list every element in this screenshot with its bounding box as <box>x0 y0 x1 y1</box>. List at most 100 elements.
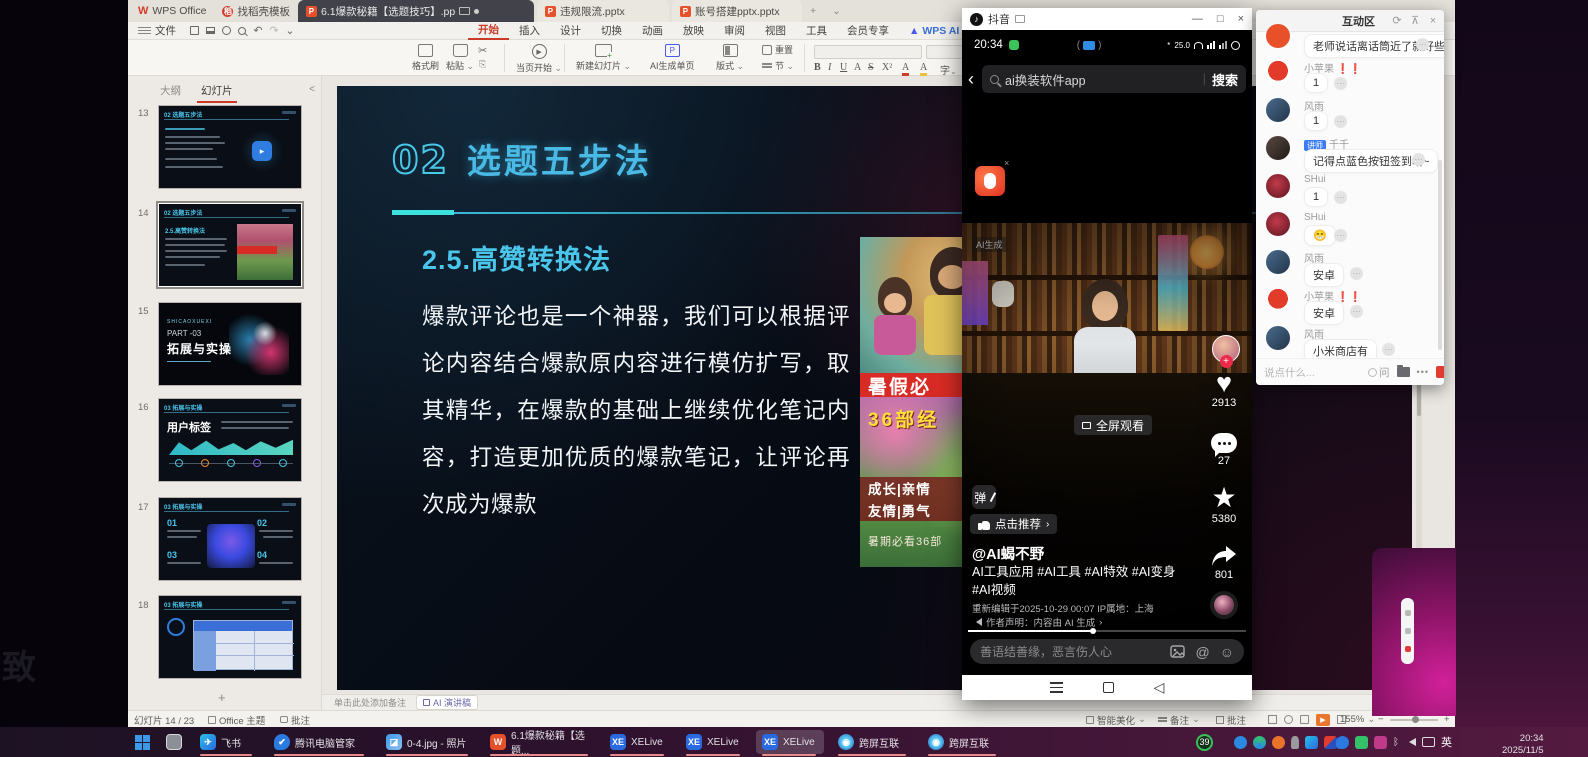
quickbar-dropdown-icon[interactable]: ⌄ <box>282 24 298 38</box>
translate-icon[interactable]: ⋯ <box>1382 343 1395 356</box>
author-handle[interactable]: @AI蝎不野 <box>972 543 1044 564</box>
comment-control[interactable]: 27 <box>1202 433 1246 467</box>
notes-placeholder[interactable]: 单击此处添加备注 <box>334 696 406 709</box>
tab-document-3[interactable]: P 账号搭建pptx.pptx <box>672 0 802 22</box>
underline-button[interactable]: U <box>840 62 847 73</box>
bluetooth-tray-icon[interactable]: ᛒ <box>1393 737 1399 748</box>
menu-view[interactable]: 视图 <box>755 22 796 40</box>
follow-author[interactable]: + <box>1204 335 1248 368</box>
reset-button[interactable]: 重置 <box>762 43 793 56</box>
avatar[interactable] <box>1266 136 1290 160</box>
taskbar-item-xelive-3-active[interactable]: XE XELive <box>756 730 824 754</box>
font-family-select[interactable] <box>814 45 922 59</box>
menu-insert[interactable]: 插入 <box>509 22 550 40</box>
zoom-level[interactable]: 155%⌄ <box>1340 711 1375 727</box>
ai-generate-page-button[interactable]: P AI生成单页 <box>650 44 695 72</box>
tray-icons-right[interactable]: ᛒ 英 <box>1330 730 1458 754</box>
danmu-toggle[interactable]: 弹 <box>972 485 996 509</box>
slide-thumbnail-16[interactable]: 03 拓展与实操 用户标签 <box>158 398 302 482</box>
menu-slideshow[interactable]: 放映 <box>673 22 714 40</box>
comment-icon[interactable] <box>1211 433 1237 453</box>
search-input[interactable]: ai换装软件app | 搜索 <box>982 65 1246 93</box>
comment-input-bar[interactable]: 善语结善缘，恶言伤人心 @ ☺ <box>970 639 1244 664</box>
slide-thumbnail-15[interactable]: SHICAOXUEXI PART -03 拓展与实操 <box>158 302 302 386</box>
undo-icon[interactable]: ↶ <box>250 24 266 38</box>
translate-icon[interactable]: ⋯ <box>1334 115 1347 128</box>
print-icon[interactable] <box>218 24 234 38</box>
taskbar-item-feishu[interactable]: ✈ 飞书 <box>194 730 260 754</box>
chat-input-bar[interactable]: 说点什么... 问 ••• <box>1256 358 1444 385</box>
microphone-icon[interactable] <box>1291 736 1299 749</box>
douyin-title-bar[interactable]: ♪ 抖音 — □ × <box>962 8 1252 30</box>
like-control[interactable]: ♥ 2913 <box>1202 371 1246 409</box>
share-arrow-icon[interactable] <box>1211 545 1237 567</box>
font-size-select[interactable] <box>926 45 966 59</box>
new-tab-button[interactable]: + <box>802 0 824 22</box>
file-menu[interactable]: 文件 <box>128 22 186 40</box>
emoji-icon[interactable]: ☺ <box>1220 644 1234 660</box>
ask-question-button[interactable]: 问 <box>1368 365 1390 380</box>
notes-toggle[interactable]: 备注⌄ <box>1158 711 1200 727</box>
taskbar-item-crossscreen-2[interactable]: ◉ 跨屏互联 <box>922 730 1004 754</box>
smart-beautify-button[interactable]: 智能美化⌄ <box>1086 711 1146 727</box>
feishu-tray-icon[interactable] <box>1305 736 1318 749</box>
tray-badge[interactable]: 39 <box>1190 730 1219 754</box>
menu-member[interactable]: 会员专享 <box>837 22 899 40</box>
avatar[interactable] <box>1266 174 1290 198</box>
char-a-button[interactable]: A <box>854 62 861 73</box>
translate-icon[interactable]: ⋯ <box>1416 38 1429 51</box>
close-chat-icon[interactable]: × <box>1426 14 1440 28</box>
annotate-button[interactable]: 批注 <box>1216 711 1246 727</box>
close-button[interactable]: × <box>1238 13 1244 25</box>
tray-icons-left[interactable] <box>1228 730 1343 754</box>
panel-collapse-icon[interactable]: < <box>309 84 315 95</box>
wps-home-button[interactable]: W WPS Office <box>130 0 214 22</box>
taskbar-item-photos[interactable]: ◪ 0-4.jpg - 照片 <box>380 730 476 754</box>
chat-bubble[interactable]: 安卓 <box>1304 301 1344 325</box>
tab-document-active[interactable]: P 6.1爆款秘籍【选题技巧】.pp <box>298 0 534 22</box>
slide-thumbnail-18[interactable]: 03 拓展与实操 <box>158 595 302 679</box>
volume-icon[interactable] <box>1405 738 1416 746</box>
edge-icon[interactable] <box>1253 736 1266 749</box>
ai-speech-button[interactable]: AI 演讲稿 <box>416 695 478 710</box>
translate-icon[interactable]: ⋯ <box>1412 153 1425 166</box>
refresh-icon[interactable]: ⟳ <box>1390 14 1404 28</box>
avatar[interactable] <box>1266 60 1290 84</box>
translate-icon[interactable]: ⋯ <box>1350 267 1363 280</box>
menu-home[interactable]: 开始 <box>468 22 509 40</box>
heart-icon[interactable]: ♥ <box>1216 371 1232 395</box>
slideshow-play-button[interactable]: ▶ <box>1316 714 1330 726</box>
fullscreen-watch-button[interactable]: 全屏观看 <box>1074 415 1152 435</box>
menu-tools[interactable]: 工具 <box>796 22 837 40</box>
video-player[interactable]: AI生成 全屏观看 + ♥ 2913 27 ★ 5380 <box>962 223 1252 628</box>
tab-document-2[interactable]: P 违规限流.pptx <box>537 0 669 22</box>
chat-bubble[interactable]: 1 <box>1304 73 1328 93</box>
output-icon[interactable] <box>202 24 218 38</box>
video-caption[interactable]: AI工具应用 #AI工具 #AI特效 #AI变身 #AI视频 <box>972 563 1184 599</box>
video-progress-bar[interactable] <box>968 630 1246 632</box>
back-icon[interactable]: ‹ <box>968 69 974 90</box>
menu-transition[interactable]: 切换 <box>591 22 632 40</box>
security-shield-icon[interactable] <box>1336 736 1349 749</box>
ime-indicator[interactable]: 英 <box>1441 734 1452 750</box>
menu-design[interactable]: 设计 <box>550 22 591 40</box>
taskbar-item-crossscreen-1[interactable]: ◉ 跨屏互联 <box>832 730 914 754</box>
pin-icon[interactable]: ⊼ <box>1408 14 1422 28</box>
highlight-button[interactable]: A <box>920 62 927 76</box>
tray-app-icon[interactable] <box>1272 736 1285 749</box>
star-icon[interactable]: ★ <box>1211 485 1236 511</box>
slide-thumbnail-14[interactable]: 02 选题五步法 2.5.高赞转换法 <box>158 203 302 287</box>
new-slide-button[interactable]: + 新建幻灯片 ⌄ <box>576 44 631 72</box>
app-result-card[interactable] <box>975 166 1005 196</box>
tab-list-dropdown[interactable]: ⌄ <box>824 0 849 22</box>
preview-icon[interactable] <box>234 24 250 38</box>
tray-clock[interactable]: 20:34 2025/11/5 <box>1496 730 1550 754</box>
avatar[interactable] <box>1266 288 1290 312</box>
taskbar-item-wps[interactable]: W 6.1爆款秘籍【选题... <box>484 730 596 754</box>
italic-button[interactable]: I <box>828 62 831 73</box>
favorite-control[interactable]: ★ 5380 <box>1202 485 1246 525</box>
avatar[interactable] <box>1266 24 1290 48</box>
chat-bubble[interactable]: 😁 <box>1304 225 1336 246</box>
play-from-current-button[interactable]: ▶ 当页开始 ⌄ <box>516 44 562 74</box>
wps-ai-button[interactable]: ▲ WPS AI <box>899 22 969 40</box>
